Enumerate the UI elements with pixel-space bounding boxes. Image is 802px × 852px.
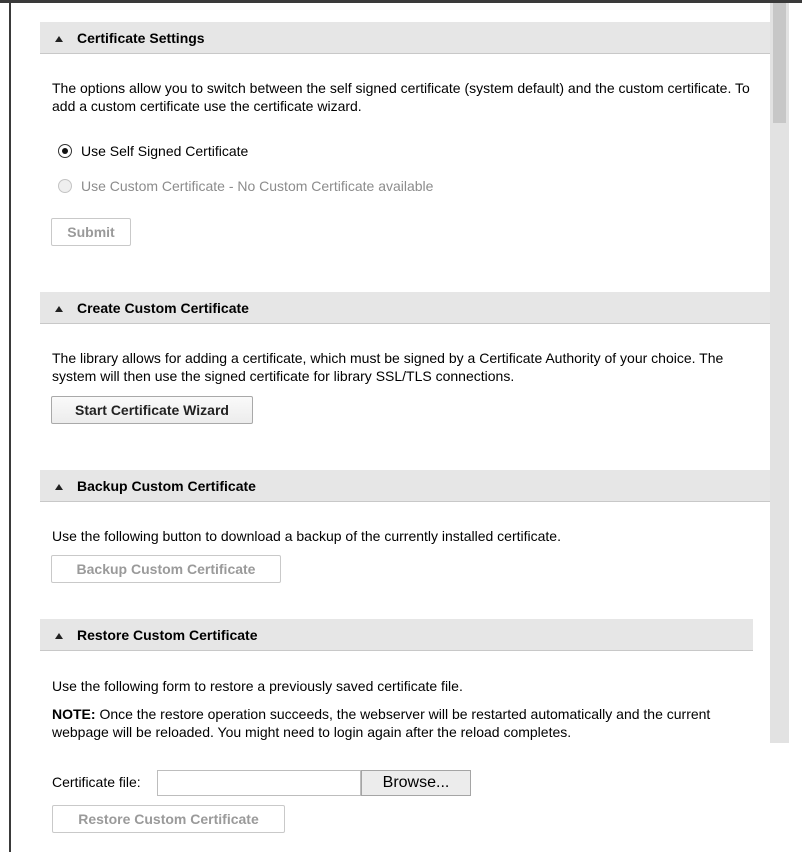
certificate-settings-description: The options allow you to switch between …: [52, 80, 750, 114]
create-custom-certificate-header[interactable]: Create Custom Certificate: [40, 292, 770, 324]
collapse-triangle-icon[interactable]: [55, 305, 63, 312]
scrollbar-thumb[interactable]: [773, 3, 786, 123]
collapse-triangle-icon[interactable]: [55, 35, 63, 42]
custom-certificate-radio-label: Use Custom Certificate - No Custom Certi…: [81, 178, 434, 194]
window-left-border: [9, 0, 11, 852]
browse-button[interactable]: Browse...: [361, 770, 471, 796]
vertical-scrollbar[interactable]: [770, 3, 789, 743]
self-signed-radio-option[interactable]: Use Self Signed Certificate: [58, 143, 248, 159]
backup-custom-certificate-button: Backup Custom Certificate: [51, 555, 281, 583]
collapse-triangle-icon[interactable]: [55, 483, 63, 490]
self-signed-radio-label: Use Self Signed Certificate: [81, 143, 249, 159]
certificate-file-input[interactable]: [157, 770, 361, 796]
note-label: NOTE:: [52, 706, 96, 722]
restore-note: NOTE: Once the restore operation succeed…: [52, 705, 757, 741]
custom-certificate-radio-option: Use Custom Certificate - No Custom Certi…: [58, 178, 433, 194]
custom-certificate-radio: [58, 179, 72, 193]
restore-custom-description: Use the following form to restore a prev…: [52, 678, 463, 694]
section-title: Restore Custom Certificate: [77, 626, 258, 643]
certificate-settings-header[interactable]: Certificate Settings: [40, 22, 770, 54]
collapse-triangle-icon[interactable]: [55, 632, 63, 639]
create-custom-description: The library allows for adding a certific…: [52, 350, 724, 384]
window-top-border: [0, 0, 802, 3]
self-signed-radio[interactable]: [58, 144, 72, 158]
section-title: Certificate Settings: [77, 29, 205, 46]
section-title: Backup Custom Certificate: [77, 477, 256, 494]
backup-custom-description: Use the following button to download a b…: [52, 528, 561, 544]
start-certificate-wizard-button[interactable]: Start Certificate Wizard: [51, 396, 253, 424]
scrollbar-gutter: [789, 3, 802, 743]
submit-button: Submit: [51, 218, 131, 246]
restore-custom-certificate-button: Restore Custom Certificate: [52, 805, 285, 833]
restore-custom-certificate-header[interactable]: Restore Custom Certificate: [40, 619, 753, 651]
note-text: Once the restore operation succeeds, the…: [52, 706, 711, 740]
certificate-file-label: Certificate file:: [52, 774, 141, 790]
section-title: Create Custom Certificate: [77, 299, 249, 316]
backup-custom-certificate-header[interactable]: Backup Custom Certificate: [40, 470, 770, 502]
